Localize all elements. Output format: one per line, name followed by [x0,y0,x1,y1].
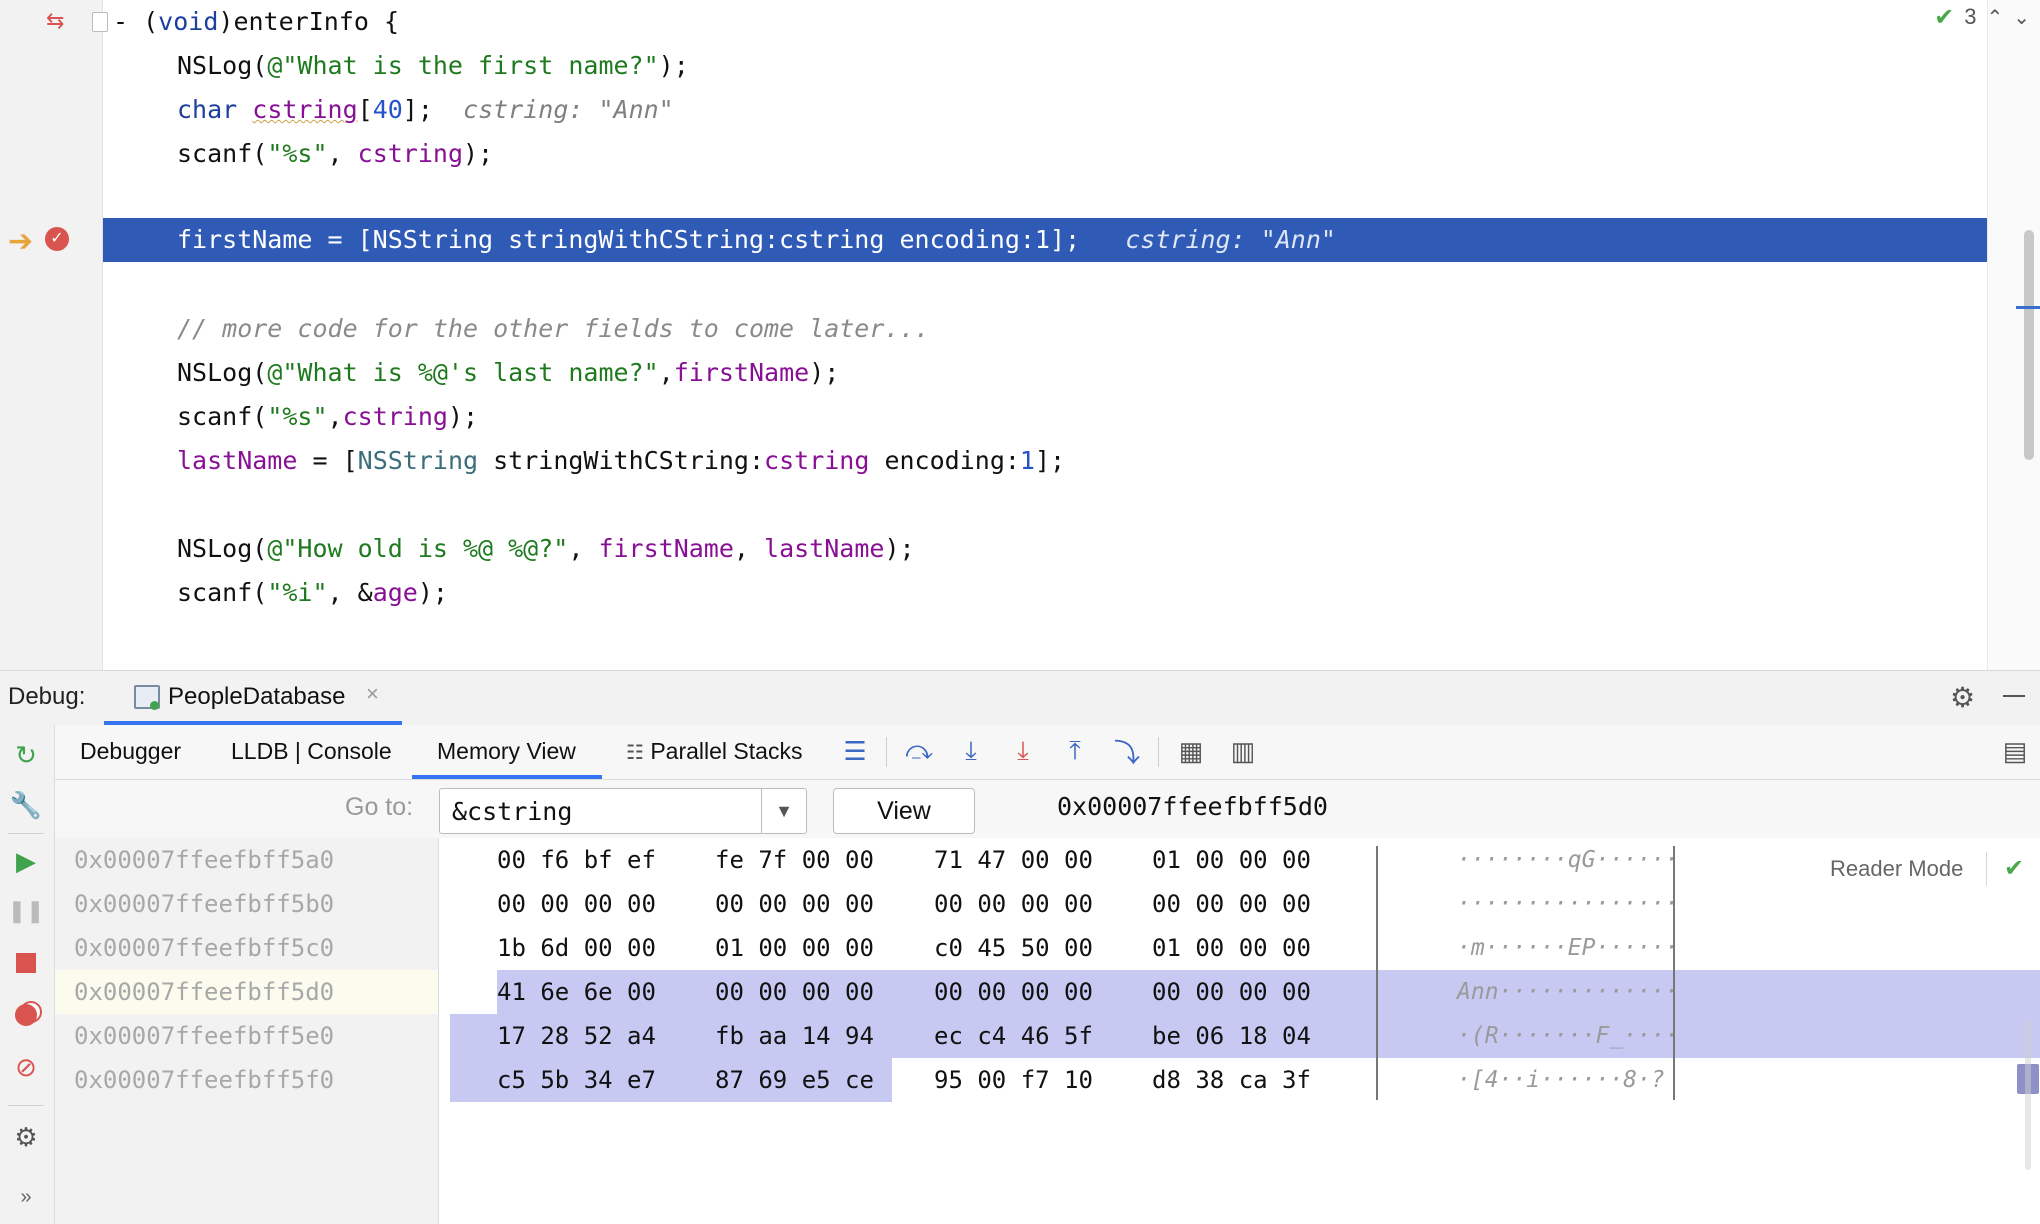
view-button[interactable]: View [833,788,975,834]
layout-columns-icon[interactable]: ▥ [1226,734,1260,768]
scrollbar-error-mark [2016,306,2040,309]
reader-mode-label[interactable]: Reader Mode [1830,856,1963,882]
goto-label: Go to: [345,793,414,821]
debug-side-toolbar: ↻ 🔧 ▶ ❚❚ ⊘ ⚙ » [0,725,55,1224]
debug-tab-bar: Debugger LLDB | Console Memory View ☷ Pa… [55,725,2040,780]
minimize-icon[interactable] [2003,695,2025,697]
code-line-9[interactable]: NSLog(@"How old is %@ %@?", firstName, l… [103,527,1987,571]
code-line-7[interactable]: scanf("%s",cstring); [103,395,1987,439]
goto-row: Go to: &cstring ▼ View 0x00007ffeefbff5d… [55,780,2040,838]
current-address: 0x00007ffeefbff5d0 [1057,792,1328,821]
code-line-1[interactable]: NSLog(@"What is the first name?"); [103,44,1987,88]
code-line-3[interactable]: scanf("%s", cstring); [103,132,1987,176]
inline-debug-value: cstring: "Ann" [463,95,674,124]
inline-debug-value: cstring: "Ann" [1125,225,1336,254]
divider [8,833,44,834]
debug-tool-window-header: Debug: PeopleDatabase × ⚙ [0,670,2040,726]
code-line-8[interactable]: lastName = [NSString stringWithCString:c… [103,439,1987,483]
wrench-icon[interactable]: 🔧 [8,787,44,823]
rerun-icon[interactable]: ↻ [8,737,44,773]
code-line-10[interactable]: scanf("%i", &age); [103,571,1987,615]
debug-label: Debug: [8,683,86,710]
memory-row[interactable]: 17 28 52 a4 fb aa 14 94 ec c4 46 5f be 0… [439,1014,2040,1058]
divider [886,737,887,767]
close-tab-icon[interactable]: × [366,681,379,707]
memory-scrollbar-track[interactable] [2025,1020,2031,1170]
tab-debugger[interactable]: Debugger [80,725,181,779]
checkmark-icon: ✔ [1934,3,1955,31]
memory-view-panel: Go to: &cstring ▼ View 0x00007ffeefbff5d… [55,780,2040,1224]
code-line-comment[interactable]: // more code for the other fields to com… [103,307,1987,351]
divider [1986,852,1987,886]
step-over-icon[interactable]: ⤼ [902,734,936,768]
tab-parallel-stacks[interactable]: ☷ Parallel Stacks [626,725,802,779]
mute-breakpoints-icon[interactable]: ⊘ [8,1049,44,1085]
run-to-cursor-icon[interactable]: ⤵ [1110,734,1144,768]
inspection-count: 3 [1964,4,1977,29]
code-line-6[interactable]: NSLog(@"What is %@'s last name?",firstNa… [103,351,1987,395]
tab-memory-view[interactable]: Memory View [412,725,602,779]
stop-icon[interactable] [8,945,44,981]
settings-icon[interactable]: ⚙ [8,1119,44,1155]
memory-row[interactable]: 00 f6 bf ef fe 7f 00 00 71 47 00 00 01 0… [439,838,2040,882]
memory-row-current[interactable]: 41 6e 6e 00 00 00 00 00 00 00 00 00 00 0… [439,970,2040,1014]
divider [1158,737,1159,767]
goto-address-input[interactable]: &cstring [452,797,572,826]
menu-icon[interactable]: ☰ [838,734,872,768]
step-into-icon[interactable]: ⤓ [954,734,988,768]
current-execution-line[interactable]: firstName = [NSString stringWithCString:… [103,218,1987,262]
code-editor[interactable]: ⇆ ➔ ✓ - (void)enterInfo { NSLog(@"What i… [0,0,2040,670]
code-line-signature[interactable]: - (void)enterInfo { [103,0,1987,44]
checkmark-icon: ✔ [2004,855,2025,882]
chevron-up-icon[interactable]: ⌃ [1986,5,2003,30]
inspection-widget[interactable]: ✔ 3 ⌃ ⌄ [1934,3,2030,31]
memory-row[interactable]: 00 00 00 00 00 00 00 00 00 00 00 00 00 0… [439,882,2040,926]
address-label: 0x00007ffeefbff5a0 [74,846,335,874]
breakpoint-icon[interactable]: ✓ [45,227,69,251]
chevron-down-icon[interactable]: ⌄ [2013,5,2030,30]
step-out-icon[interactable]: ⤒ [1058,734,1092,768]
editor-scrollbar[interactable] [1987,0,2040,670]
layout-settings-icon[interactable]: ▤ [1998,734,2032,768]
goto-address-combobox[interactable]: &cstring ▼ [439,788,807,834]
force-step-into-icon[interactable]: ⤓ [1006,734,1040,768]
address-label: 0x00007ffeefbff5b0 [74,890,335,918]
execution-point-arrow-icon: ➔ [8,225,34,258]
address-label: 0x00007ffeefbff5c0 [74,934,335,962]
address-label: 0x00007ffeefbff5d0 [74,978,335,1006]
resume-icon[interactable]: ▶ [8,843,44,879]
editor-gutter[interactable]: ⇆ ➔ ✓ [0,0,108,670]
chevron-down-icon[interactable]: ▼ [761,789,806,833]
method-separator-icon: ⇆ [46,8,65,33]
memory-row[interactable]: 1b 6d 00 00 01 00 00 00 c0 45 50 00 01 0… [439,926,2040,970]
parallel-stacks-icon: ☷ [626,742,644,764]
address-label: 0x00007ffeefbff5f0 [74,1066,335,1094]
view-breakpoints-icon[interactable] [8,997,44,1033]
address-column: 0x00007ffeefbff5a0 0x00007ffeefbff5b0 0x… [55,838,439,1224]
tab-session-peopledatabase[interactable]: PeopleDatabase × [104,671,402,725]
session-tab-label: PeopleDatabase [168,683,346,710]
gear-icon[interactable]: ⚙ [1950,681,1975,714]
evaluate-expression-icon[interactable]: ▦ [1174,734,1208,768]
code-area[interactable]: - (void)enterInfo { NSLog(@"What is the … [103,0,1987,670]
running-indicator-icon [150,701,159,710]
scrollbar-thumb[interactable] [2024,230,2034,460]
pause-icon[interactable]: ❚❚ [8,893,45,929]
tab-lldb-console[interactable]: LLDB | Console [231,725,392,779]
memory-row[interactable]: c5 5b 34 e7 87 69 e5 ce 95 00 f7 10 d8 3… [439,1058,2040,1102]
address-label: 0x00007ffeefbff5e0 [74,1022,335,1050]
more-icon[interactable]: » [8,1179,44,1215]
code-line-2[interactable]: char cstring[40]; cstring: "Ann" [103,88,1987,132]
divider [8,1105,44,1106]
